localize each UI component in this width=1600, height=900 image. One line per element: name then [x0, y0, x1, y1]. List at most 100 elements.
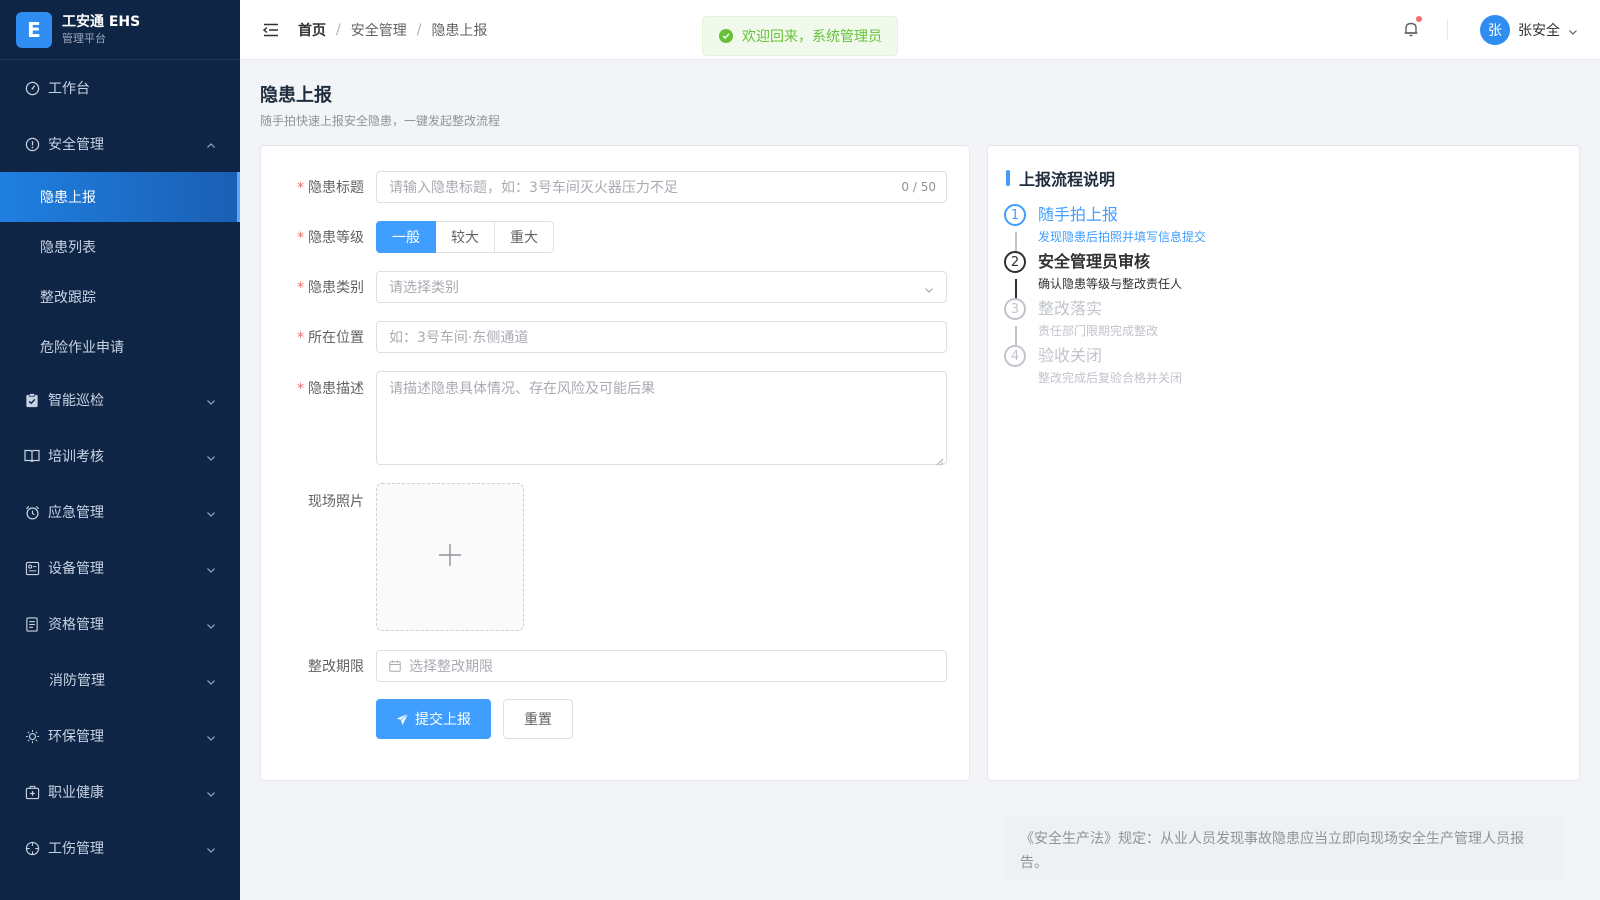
sidebar-item-occupational-health[interactable]: 职业健康 [0, 764, 240, 820]
level-option-severe[interactable]: 重大 [495, 221, 554, 253]
step-number: 2 [1004, 251, 1026, 273]
step-title: 随手拍上报 [1038, 205, 1119, 224]
form-label: * 隐患类别 [297, 280, 364, 296]
clipboard-check-icon [24, 392, 40, 408]
hazard-level-radio-group: 一般 较大 重大 [376, 221, 554, 253]
page-title: 隐患上报 [260, 85, 332, 106]
sidebar-item-workbench[interactable]: 工作台 [0, 60, 240, 116]
form-row-title: * 隐患标题 请输入隐患标题，如：3号车间灭火器压力不足 0 / 50 [261, 171, 947, 203]
form-row-description: * 隐患描述 请描述隐患具体情况、存在风险及可能后果 [261, 371, 947, 466]
step-number: 1 [1004, 204, 1026, 226]
sidebar-item-label: 消防管理 [49, 673, 105, 689]
title-accent-bar [1006, 170, 1010, 186]
form-row-level: * 隐患等级 一般 较大 重大 [261, 221, 554, 253]
step-title: 验收关闭 [1038, 346, 1103, 365]
sidebar-item-label: 职业健康 [48, 785, 104, 801]
hazard-category-select[interactable]: 请选择类别 [376, 271, 947, 303]
form-row-location: * 所在位置 如：3号车间·东侧通道 [261, 321, 947, 353]
sidebar-item-label: 应急管理 [48, 505, 104, 521]
sidebar-item-safety[interactable]: 安全管理 [0, 116, 240, 172]
form-label: * 所在位置 [297, 330, 364, 346]
submit-report-button[interactable]: 提交上报 [376, 699, 491, 739]
user-menu[interactable]: 张 张安全 [1480, 15, 1578, 45]
sidebar-item-equipment[interactable]: 设备管理 [0, 540, 240, 596]
sidebar-item-label: 资格管理 [48, 617, 104, 633]
chevron-down-icon [206, 395, 216, 405]
step-title: 安全管理员审核 [1038, 252, 1151, 271]
sidebar-item-fire[interactable]: 消防管理 [0, 652, 240, 708]
location-input[interactable]: 如：3号车间·东侧通道 [376, 321, 947, 353]
sidebar-subitem-hazard-report[interactable]: 隐患上报 [0, 172, 240, 222]
dashboard-icon [24, 80, 40, 96]
breadcrumb-separator: / [416, 21, 422, 38]
input-placeholder: 请输入隐患标题，如：3号车间灭火器压力不足 [389, 180, 678, 196]
chevron-down-icon [206, 619, 216, 629]
alarm-clock-icon [24, 504, 40, 520]
photo-upload-area[interactable] [376, 483, 524, 631]
brand-logo: E [16, 11, 52, 48]
sidebar-subitem-hazard-list[interactable]: 隐患列表 [0, 222, 240, 272]
form-label: * 隐患等级 [297, 230, 364, 246]
chevron-down-icon [206, 507, 216, 517]
sidebar-item-training[interactable]: 培训考核 [0, 428, 240, 484]
hazard-report-form: * 隐患标题 请输入隐患标题，如：3号车间灭火器压力不足 0 / 50 * 隐患等级… [260, 145, 970, 781]
user-name: 张安全 [1518, 23, 1560, 39]
plus-icon [437, 542, 463, 572]
chevron-down-icon [1568, 25, 1578, 35]
sidebar: E 工安通 EHS 管理平台 工作台 安全管理 隐患上报 隐患列表 整改跟踪 危… [0, 0, 240, 900]
device-icon [24, 560, 40, 576]
reset-button[interactable]: 重置 [503, 699, 573, 739]
hazard-description-textarea[interactable]: 请描述隐患具体情况、存在风险及可能后果 [376, 371, 947, 466]
notification-bell-icon[interactable] [1402, 16, 1422, 38]
sidebar-item-emergency[interactable]: 应急管理 [0, 484, 240, 540]
hazard-title-input[interactable]: 请输入隐患标题，如：3号车间灭火器压力不足 0 / 50 [376, 171, 947, 203]
sidebar-subitem-hazardous-work[interactable]: 危险作业申请 [0, 322, 240, 372]
chevron-up-icon [206, 139, 216, 149]
breadcrumb-home[interactable]: 首页 [298, 20, 326, 40]
breadcrumb-separator: / [336, 21, 341, 38]
form-label: 整改期限 [308, 659, 364, 675]
deadline-date-picker[interactable]: 选择整改期限 [376, 650, 947, 682]
breadcrumb-current: 隐患上报 [431, 22, 488, 39]
success-check-icon [719, 29, 733, 43]
sidebar-item-work-injury[interactable]: 工伤管理 [0, 820, 240, 876]
document-icon [24, 616, 40, 632]
flow-title-text: 上报流程说明 [1019, 170, 1116, 189]
level-option-major[interactable]: 较大 [436, 221, 495, 253]
flow-step-1: 1 随手拍上报 发现隐患后拍照并填写信息提交 [1004, 204, 1206, 246]
aim-icon [24, 840, 40, 856]
notification-dot [1416, 16, 1422, 22]
flow-step-2: 2 安全管理员审核确认隐患等级与整改责任人 [1004, 251, 1182, 293]
flow-step-3: 3 整改落实 责任部门限期完成整改 [1004, 298, 1158, 340]
top-header: 首页 / 安全管理 / 隐患上报 欢迎回来，系统管理员 张 张安全 [240, 0, 1600, 60]
submit-label: 提交上报 [415, 712, 471, 728]
sidebar-item-inspection[interactable]: 智能巡检 [0, 372, 240, 428]
sidebar-item-label: 设备管理 [48, 561, 104, 577]
process-flow-card: 上报流程说明 1 随手拍上报 发现隐患后拍照并填写信息提交 2 安全管理员审核确认… [987, 145, 1580, 781]
send-icon [396, 713, 409, 726]
menu-fold-icon[interactable] [262, 21, 280, 39]
chevron-down-icon [206, 731, 216, 741]
sidebar-item-label: 安全管理 [48, 137, 104, 153]
level-option-general[interactable]: 一般 [376, 221, 436, 253]
sidebar-item-environment[interactable]: 环保管理 [0, 708, 240, 764]
brand-subtitle: 管理平台 [62, 32, 106, 45]
sidebar-subitem-rectification-tracking[interactable]: 整改跟踪 [0, 272, 240, 322]
flow-step-4: 4 验收关闭 整改完成后复验合格并关闭 [1004, 345, 1182, 387]
step-desc: 确认隐患等级与整改责任人 [1038, 277, 1183, 291]
sidebar-item-qualification[interactable]: 资格管理 [0, 596, 240, 652]
page-subtitle: 随手拍快速上报安全隐患，一键发起整改流程 [260, 114, 501, 128]
resize-handle-icon[interactable] [936, 454, 944, 466]
breadcrumb: 首页 / 安全管理 / 隐患上报 [298, 20, 487, 40]
form-label: * 隐患标题 [297, 180, 364, 196]
chevron-down-icon [206, 675, 216, 685]
sun-icon [24, 728, 40, 744]
step-number: 3 [1004, 298, 1026, 320]
char-counter: 0 / 50 [901, 180, 936, 194]
breadcrumb-safety[interactable]: 安全管理 [351, 20, 407, 40]
welcome-toast: 欢迎回来，系统管理员 [702, 16, 898, 56]
step-title: 整改落实 [1038, 299, 1103, 318]
sidebar-item-label: 工伤管理 [48, 841, 104, 857]
book-icon [24, 448, 40, 464]
sidebar-item-label: 工作台 [48, 81, 90, 97]
